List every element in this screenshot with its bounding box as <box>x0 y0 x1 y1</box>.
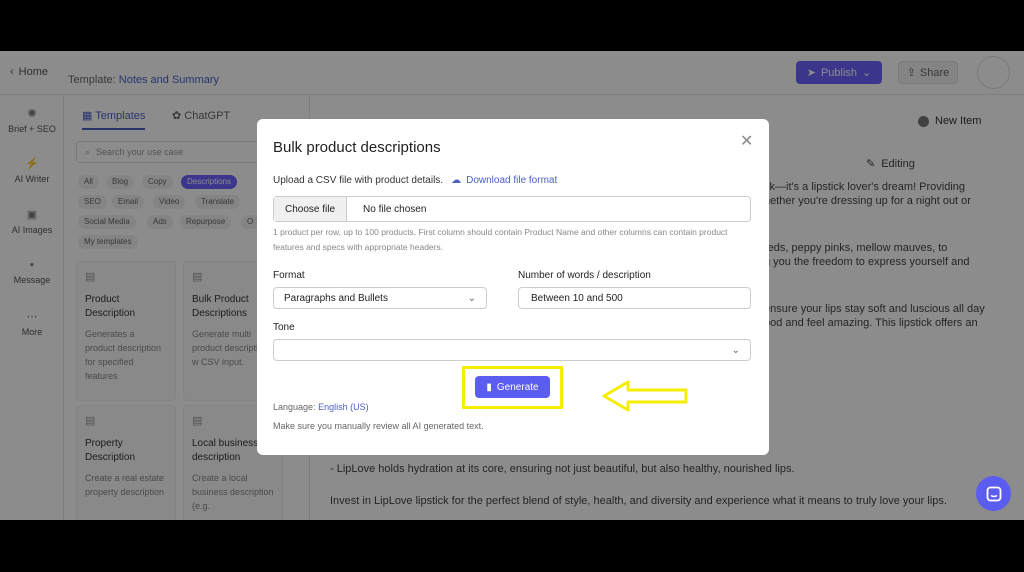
chevron-down-icon: ⌄ <box>467 292 476 304</box>
chevron-down-icon: ⌄ <box>731 344 740 356</box>
generate-button[interactable]: ▮ Generate <box>475 376 550 398</box>
download-label: Download file format <box>466 175 558 186</box>
words-label: Number of words / description <box>518 270 651 281</box>
close-icon[interactable]: ✕ <box>740 131 753 151</box>
words-input[interactable]: Between 10 and 500 <box>518 287 751 309</box>
upload-label: Upload a CSV file with product details. <box>273 175 444 186</box>
modal-title: Bulk product descriptions <box>273 139 441 156</box>
document-icon: ▮ <box>486 381 492 393</box>
tone-label: Tone <box>273 322 295 333</box>
language-row: Language: English (US) <box>273 402 369 412</box>
chat-support-button[interactable] <box>976 476 1011 511</box>
language-prefix: Language: <box>273 402 316 412</box>
upload-row: Upload a CSV file with product details. … <box>273 175 557 186</box>
tone-select[interactable]: ⌄ <box>273 339 751 361</box>
bulk-descriptions-modal: Bulk product descriptions ✕ Upload a CSV… <box>257 119 769 455</box>
review-note: Make sure you manually review all AI gen… <box>273 421 484 431</box>
pointer-arrow-icon <box>602 380 688 412</box>
chat-icon <box>986 486 1001 501</box>
generate-label: Generate <box>496 381 539 393</box>
language-link[interactable]: English (US) <box>318 402 369 412</box>
download-format-link[interactable]: ☁ Download file format <box>451 175 557 186</box>
choose-file-button[interactable]: Choose file <box>274 197 348 221</box>
cloud-download-icon: ☁ <box>451 175 462 186</box>
csv-file-input[interactable]: Choose file No file chosen <box>273 196 751 222</box>
words-value: Between 10 and 500 <box>531 292 623 304</box>
format-select[interactable]: Paragraphs and Bullets ⌄ <box>273 287 487 309</box>
format-label: Format <box>273 270 305 281</box>
format-value: Paragraphs and Bullets <box>284 292 388 304</box>
file-status: No file chosen <box>363 203 427 215</box>
upload-help-text: 1 product per row, up to 100 products. F… <box>273 227 728 252</box>
